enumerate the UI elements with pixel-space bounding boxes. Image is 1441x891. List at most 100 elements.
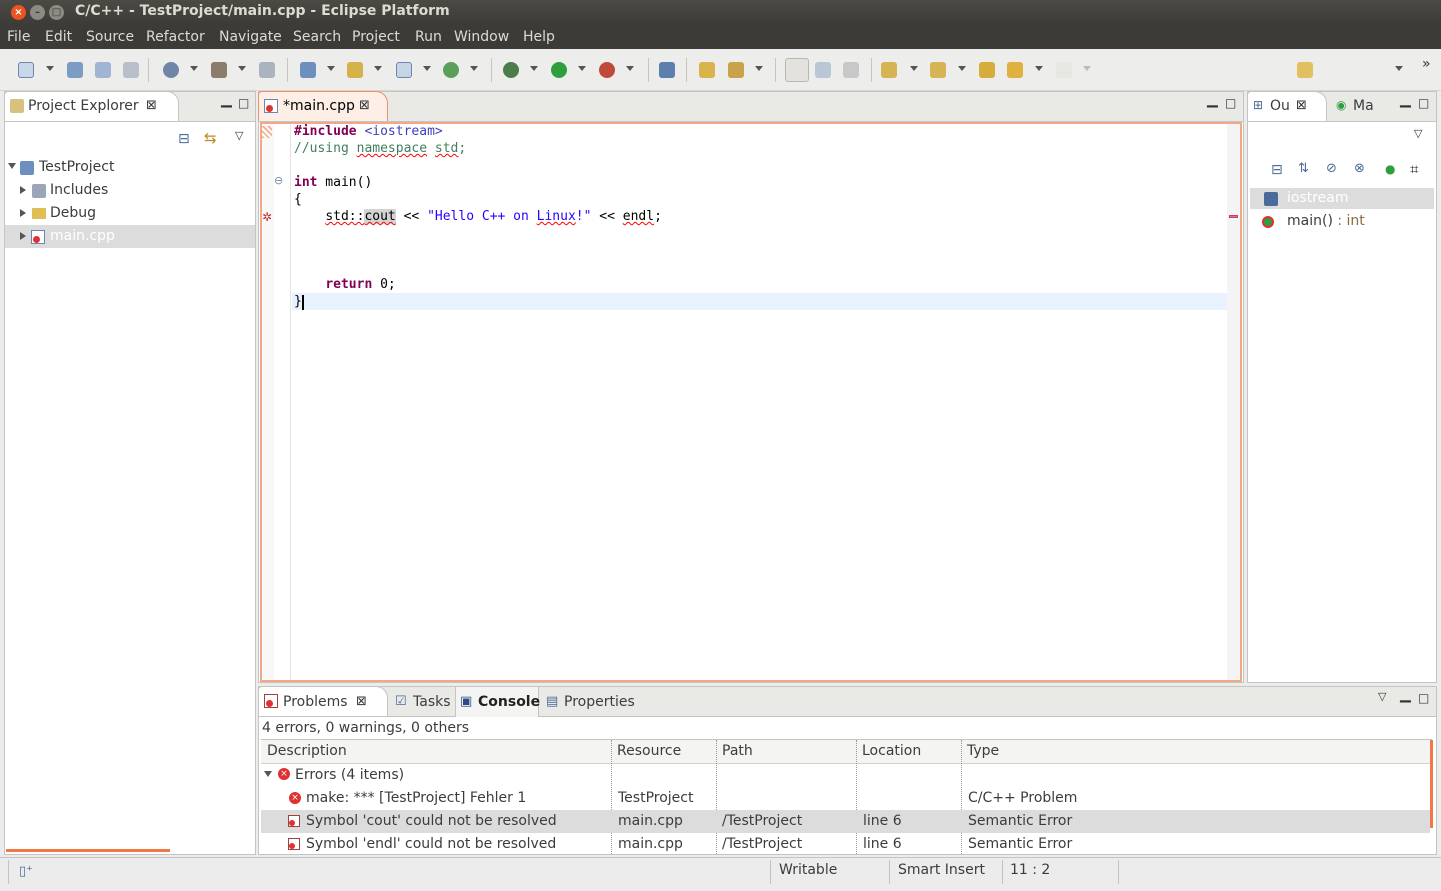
menu-edit[interactable]: Edit [45, 29, 72, 45]
collapse-all-icon[interactable]: ⊟ [178, 131, 190, 147]
tree-item-includes[interactable]: Includes [50, 182, 108, 198]
new-cpp-project-icon[interactable] [300, 62, 316, 78]
close-icon[interactable]: ⊠ [146, 98, 157, 113]
maximize-icon[interactable]: □ [1225, 96, 1236, 110]
maximize-icon[interactable]: □ [1418, 691, 1429, 705]
open-element-icon[interactable] [728, 62, 744, 78]
forward-icon[interactable] [1056, 62, 1072, 78]
back-icon[interactable] [1007, 62, 1023, 78]
perspective-overflow-icon[interactable]: » [1422, 56, 1431, 72]
editor-area[interactable] [260, 122, 1242, 682]
perspective-dropdown-icon[interactable] [1395, 66, 1403, 71]
view-menu-icon[interactable]: ▽ [1414, 127, 1422, 140]
errors-group[interactable]: Errors (4 items) [295, 767, 404, 783]
open-perspective-icon[interactable] [1297, 62, 1313, 78]
external-tools-icon[interactable] [599, 62, 615, 78]
column-location[interactable]: Location [862, 743, 921, 759]
new-folder-icon[interactable] [347, 62, 363, 78]
view-menu-icon[interactable]: ▽ [1378, 690, 1386, 703]
search-icon[interactable] [659, 62, 675, 78]
tree-item-debug[interactable]: Debug [50, 205, 96, 221]
debug-bug-icon[interactable] [503, 62, 519, 78]
outline-item-iostream[interactable]: iostream [1287, 190, 1349, 206]
tab-tasks[interactable]: Tasks [413, 694, 451, 710]
column-description[interactable]: Description [267, 743, 347, 759]
forward-dropdown-icon[interactable] [1083, 66, 1091, 71]
close-icon[interactable]: ⊠ [359, 98, 370, 113]
close-icon[interactable]: ⊠ [1296, 98, 1307, 113]
column-path[interactable]: Path [722, 743, 753, 759]
menu-window[interactable]: Window [454, 29, 509, 45]
minimize-icon[interactable]: ▁ [221, 92, 232, 108]
make-target-tab[interactable]: Ma [1353, 98, 1374, 114]
external-tools-dropdown-icon[interactable] [626, 66, 634, 71]
last-edit-location-icon[interactable] [979, 62, 995, 78]
fold-collapse-icon[interactable]: ⊖ [274, 174, 290, 190]
tree-item-main-cpp[interactable]: main.cpp [50, 228, 115, 244]
error-marker-icon[interactable]: ✲ [262, 210, 274, 224]
build-hammer-icon[interactable] [211, 62, 227, 78]
hide-fields-icon[interactable]: ⊘ [1326, 161, 1337, 176]
menu-refactor[interactable]: Refactor [146, 29, 205, 45]
new-folder-dropdown-icon[interactable] [374, 66, 382, 71]
previous-annotation-dropdown-icon[interactable] [958, 66, 966, 71]
column-resource[interactable]: Resource [617, 743, 681, 759]
run-icon[interactable] [551, 62, 567, 78]
menu-project[interactable]: Project [352, 29, 400, 45]
fast-view-icon[interactable]: ▯⁺ [19, 864, 33, 879]
new-project-dropdown-icon[interactable] [327, 66, 335, 71]
maximize-icon[interactable]: □ [238, 96, 249, 110]
menu-navigate[interactable]: Navigate [219, 29, 282, 45]
hide-inactive-icon[interactable]: ⌗ [1410, 160, 1418, 178]
next-annotation-icon[interactable] [881, 62, 897, 78]
scrollbar-indicator[interactable] [1430, 740, 1433, 828]
menu-help[interactable]: Help [523, 29, 555, 45]
column-type[interactable]: Type [967, 743, 999, 759]
collapse-arrow-icon[interactable] [20, 232, 26, 240]
menu-file[interactable]: File [7, 29, 30, 45]
back-dropdown-icon[interactable] [1035, 66, 1043, 71]
menu-run[interactable]: Run [415, 29, 442, 45]
tab-console[interactable]: Console [478, 694, 540, 710]
run-dropdown-icon[interactable] [578, 66, 586, 71]
debug-dropdown-icon[interactable] [530, 66, 538, 71]
outline-item-main[interactable]: main() : int [1287, 213, 1365, 229]
build-configuration-icon[interactable] [163, 62, 179, 78]
hide-non-public-icon[interactable]: ● [1385, 162, 1395, 176]
new-dropdown-icon[interactable] [46, 66, 54, 71]
save-all-icon[interactable] [95, 62, 111, 78]
print-icon[interactable] [123, 62, 139, 78]
toggle-mark-occurrences-icon[interactable] [785, 58, 809, 82]
error-overview-marker[interactable] [1229, 215, 1238, 218]
minimize-icon[interactable]: ▁ [1400, 92, 1411, 108]
refresh-dropdown-icon[interactable] [470, 66, 478, 71]
show-whitespace-icon[interactable] [843, 62, 859, 78]
new-class-icon[interactable] [396, 62, 412, 78]
tree-item-project[interactable]: TestProject [39, 159, 114, 175]
build-configuration-dropdown-icon[interactable] [190, 66, 198, 71]
link-with-editor-icon[interactable]: ⇆ [204, 129, 217, 147]
open-element-dropdown-icon[interactable] [755, 66, 763, 71]
menu-source[interactable]: Source [86, 29, 134, 45]
sort-icon[interactable]: ⇅ [1298, 161, 1309, 176]
previous-annotation-icon[interactable] [930, 62, 946, 78]
maximize-window-button[interactable]: □ [49, 5, 64, 20]
expand-arrow-icon[interactable] [8, 163, 16, 169]
menu-search[interactable]: Search [293, 29, 341, 45]
collapse-all-icon[interactable]: ⊟ [1271, 162, 1283, 178]
build-all-icon[interactable] [259, 62, 275, 78]
new-icon[interactable] [18, 62, 34, 78]
minimize-icon[interactable]: ▁ [1400, 687, 1411, 703]
open-type-icon[interactable] [699, 62, 715, 78]
minimize-icon[interactable]: ▁ [1207, 92, 1218, 108]
save-icon[interactable] [67, 62, 83, 78]
maximize-icon[interactable]: □ [1418, 96, 1429, 110]
expand-arrow-icon[interactable] [264, 771, 272, 777]
collapse-arrow-icon[interactable] [20, 186, 26, 194]
tab-properties[interactable]: Properties [564, 694, 635, 710]
hide-static-icon[interactable]: ⊗ [1354, 161, 1365, 176]
collapse-arrow-icon[interactable] [20, 209, 26, 217]
close-window-button[interactable]: × [11, 5, 26, 20]
new-class-dropdown-icon[interactable] [423, 66, 431, 71]
toggle-block-selection-icon[interactable] [815, 62, 831, 78]
